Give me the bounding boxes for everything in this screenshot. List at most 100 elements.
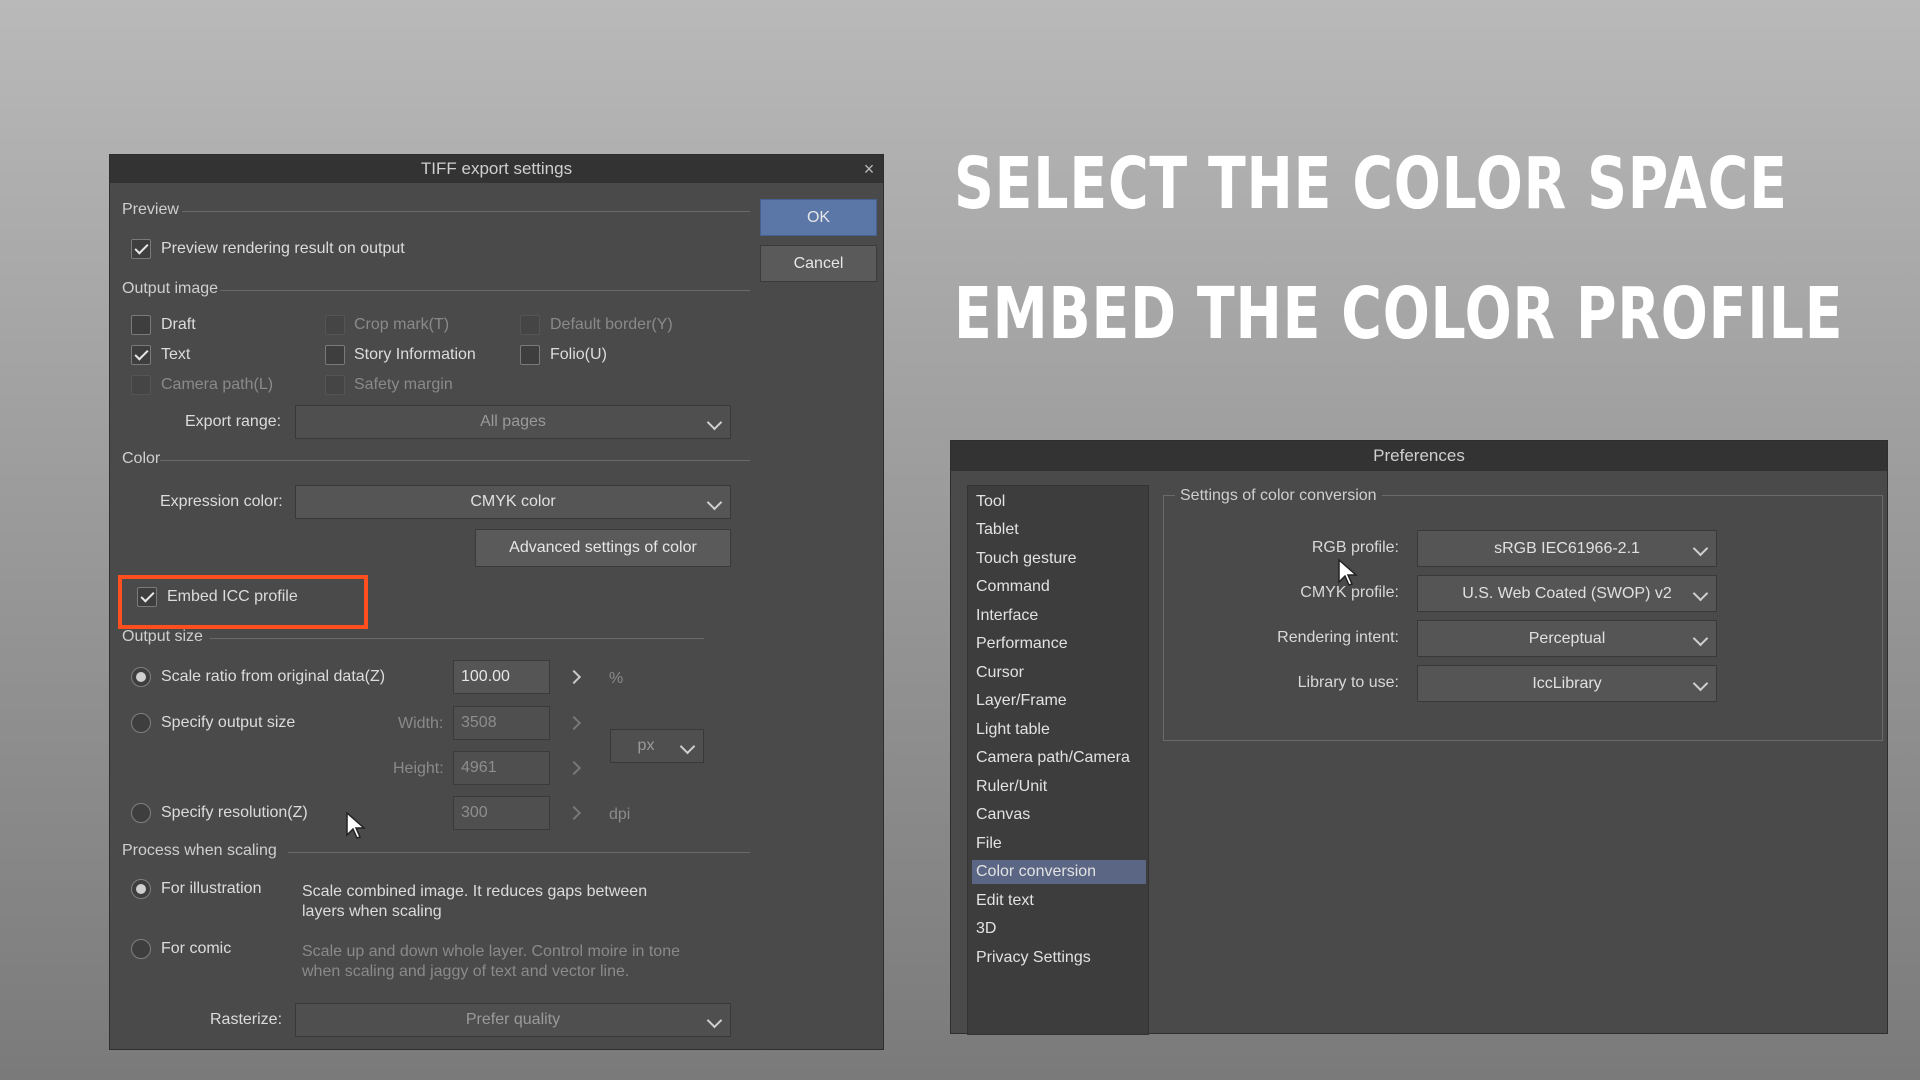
preferences-nav-list: Tool Tablet Touch gesture Command Interf… (967, 485, 1149, 1035)
dialog-title: TIFF export settings (420, 159, 573, 178)
nav-item-color-conversion[interactable]: Color conversion (972, 860, 1146, 884)
group-label-preview: Preview (122, 201, 179, 218)
tiff-export-dialog: TIFF export settings × OK Cancel Preview… (109, 154, 884, 1050)
expression-color-label: Expression color: (160, 493, 283, 510)
cmyk-profile-value: U.S. Web Coated (SWOP) v2 (1462, 585, 1672, 602)
nav-item-command[interactable]: Command (972, 575, 1146, 599)
ok-button[interactable]: OK (760, 199, 877, 236)
rgb-profile-value: sRGB IEC61966-2.1 (1494, 540, 1640, 557)
text-label: Text (161, 346, 191, 363)
group-divider (210, 638, 704, 639)
safety-margin-label: Safety margin (354, 376, 453, 393)
nav-item-privacy-settings[interactable]: Privacy Settings (972, 946, 1146, 970)
nav-item-file[interactable]: File (972, 832, 1146, 856)
for-illustration-description: Scale combined image. It reduces gaps be… (302, 883, 648, 920)
camera-path-checkbox[interactable] (131, 375, 151, 395)
chevron-down-icon (706, 1012, 723, 1029)
for-comic-radio[interactable] (131, 939, 151, 959)
specify-resolution-radio[interactable] (131, 803, 151, 823)
scale-ratio-radio[interactable] (131, 667, 151, 687)
nav-item-interface[interactable]: Interface (972, 604, 1146, 628)
chevron-right-icon[interactable] (566, 715, 582, 731)
chevron-right-icon[interactable] (566, 760, 582, 776)
embed-icc-profile-label: Embed ICC profile (167, 588, 298, 605)
resolution-unit: dpi (609, 806, 631, 823)
nav-item-ruler-unit[interactable]: Ruler/Unit (972, 775, 1146, 799)
width-input[interactable]: 3508 (453, 706, 550, 740)
for-comic-description: Scale up and down whole layer. Control m… (302, 943, 680, 980)
specify-output-size-label: Specify output size (161, 714, 296, 731)
nav-item-layer-frame[interactable]: Layer/Frame (972, 689, 1146, 713)
default-border-label: Default border(Y) (550, 316, 673, 333)
text-checkbox[interactable] (131, 345, 151, 365)
nav-item-camera-path[interactable]: Camera path/Camera (972, 746, 1146, 770)
default-border-checkbox[interactable] (520, 315, 540, 335)
rendering-intent-label: Rendering intent: (1277, 629, 1399, 646)
for-comic-label: For comic (161, 940, 232, 957)
chevron-down-icon (706, 494, 723, 511)
preview-rendering-label: Preview rendering result on output (161, 240, 405, 257)
nav-item-canvas[interactable]: Canvas (972, 803, 1146, 827)
folio-label: Folio(U) (550, 346, 607, 363)
rgb-profile-select[interactable]: sRGB IEC61966-2.1 (1417, 530, 1717, 567)
cmyk-profile-select[interactable]: U.S. Web Coated (SWOP) v2 (1417, 575, 1717, 612)
story-information-checkbox[interactable] (325, 345, 345, 365)
crop-mark-label: Crop mark(T) (354, 316, 450, 333)
height-input[interactable]: 4961 (453, 751, 550, 785)
scale-ratio-input[interactable]: 100.00 (453, 660, 550, 694)
group-label-process-scaling: Process when scaling (122, 842, 277, 859)
chevron-down-icon (706, 414, 723, 431)
preferences-title: Preferences (1373, 446, 1465, 465)
group-label-output-image: Output image (122, 280, 219, 297)
folio-checkbox[interactable] (520, 345, 540, 365)
mouse-cursor-icon (1338, 558, 1358, 586)
draft-label: Draft (161, 316, 196, 333)
nav-item-performance[interactable]: Performance (972, 632, 1146, 656)
nav-item-touch-gesture[interactable]: Touch gesture (972, 547, 1146, 571)
rasterize-select[interactable]: Prefer quality (295, 1003, 731, 1037)
group-label-color: Color (122, 450, 161, 467)
crop-mark-checkbox[interactable] (325, 315, 345, 335)
chevron-right-icon[interactable] (566, 669, 582, 685)
cancel-button[interactable]: Cancel (760, 245, 877, 282)
for-illustration-label: For illustration (161, 880, 262, 897)
close-icon[interactable]: × (859, 155, 879, 183)
export-range-label: Export range: (185, 413, 282, 430)
rendering-intent-select[interactable]: Perceptual (1417, 620, 1717, 657)
export-range-value: All pages (480, 413, 546, 430)
preferences-titlebar: Preferences (951, 441, 1887, 471)
advanced-color-settings-button[interactable]: Advanced settings of color (475, 529, 731, 567)
library-to-use-select[interactable]: IccLibrary (1417, 665, 1717, 702)
camera-path-label: Camera path(L) (161, 376, 274, 393)
expression-color-value: CMYK color (470, 493, 556, 510)
nav-item-cursor[interactable]: Cursor (972, 661, 1146, 685)
nav-item-light-table[interactable]: Light table (972, 718, 1146, 742)
library-to-use-value: IccLibrary (1532, 675, 1602, 692)
nav-item-3d[interactable]: 3D (972, 917, 1146, 941)
embed-icc-profile-checkbox[interactable] (137, 587, 157, 607)
height-label: Height: (393, 760, 444, 777)
rasterize-value: Prefer quality (465, 1011, 561, 1028)
draft-checkbox[interactable] (131, 315, 151, 335)
chevron-down-icon (679, 738, 696, 755)
headline-embed-color-profile: EMBED THE COLOR PROFILE (954, 272, 1844, 355)
nav-item-tablet[interactable]: Tablet (972, 518, 1146, 542)
resolution-input[interactable]: 300 (453, 796, 550, 830)
chevron-right-icon[interactable] (566, 805, 582, 821)
chevron-down-icon (1692, 585, 1709, 602)
specify-output-size-radio[interactable] (131, 713, 151, 733)
nav-item-tool[interactable]: Tool (972, 490, 1146, 514)
size-unit-select[interactable]: px (610, 729, 704, 763)
specify-resolution-label: Specify resolution(Z) (161, 804, 308, 821)
preferences-dialog: Preferences Tool Tablet Touch gesture Co… (950, 440, 1888, 1035)
export-range-select[interactable]: All pages (295, 405, 731, 439)
group-label-color-conversion: Settings of color conversion (1175, 487, 1382, 505)
expression-color-select[interactable]: CMYK color (295, 485, 731, 519)
group-divider (220, 290, 750, 291)
for-illustration-radio[interactable] (131, 879, 151, 899)
chevron-down-icon (1692, 675, 1709, 692)
nav-item-edit-text[interactable]: Edit text (972, 889, 1146, 913)
chevron-down-icon (1692, 540, 1709, 557)
preview-rendering-checkbox[interactable] (131, 239, 151, 259)
safety-margin-checkbox[interactable] (325, 375, 345, 395)
